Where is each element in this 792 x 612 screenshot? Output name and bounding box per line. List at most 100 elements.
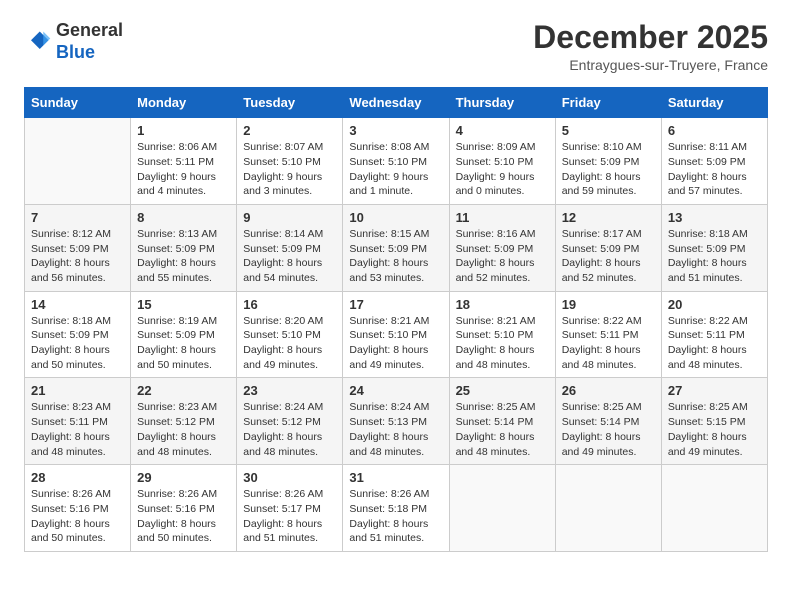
day-cell xyxy=(555,465,661,552)
day-info: Sunrise: 8:26 AMSunset: 5:16 PMDaylight:… xyxy=(31,487,124,546)
day-info: Sunrise: 8:22 AMSunset: 5:11 PMDaylight:… xyxy=(562,314,655,373)
day-number: 11 xyxy=(456,210,549,225)
day-cell: 30Sunrise: 8:26 AMSunset: 5:17 PMDayligh… xyxy=(237,465,343,552)
day-cell: 24 Sunrise: 8:24 AMSunset: 5:13 PMDayligh… xyxy=(343,378,449,465)
day-number: 27 xyxy=(668,383,761,398)
day-number: 10 xyxy=(349,210,442,225)
day-info: Sunrise: 8:07 AMSunset: 5:10 PMDaylight:… xyxy=(243,140,336,199)
week-row-3: 14 Sunrise: 8:18 AMSunset: 5:09 PMDayligh… xyxy=(25,291,768,378)
week-row-1: 1 Sunrise: 8:06 AMSunset: 5:11 PMDaylight… xyxy=(25,118,768,205)
day-info: Sunrise: 8:25 AMSunset: 5:14 PMDaylight:… xyxy=(562,400,655,459)
week-row-4: 21 Sunrise: 8:23 AMSunset: 5:11 PMDayligh… xyxy=(25,378,768,465)
logo-icon xyxy=(24,28,52,56)
day-info: Sunrise: 8:19 AMSunset: 5:09 PMDaylight:… xyxy=(137,314,230,373)
col-header-wednesday: Wednesday xyxy=(343,88,449,118)
day-cell: 16Sunrise: 8:20 AMSunset: 5:10 PMDayligh… xyxy=(237,291,343,378)
day-cell: 3Sunrise: 8:08 AMSunset: 5:10 PMDaylight… xyxy=(343,118,449,205)
day-info: Sunrise: 8:06 AMSunset: 5:11 PMDaylight:… xyxy=(137,140,230,199)
day-number: 29 xyxy=(137,470,230,485)
day-cell: 1 Sunrise: 8:06 AMSunset: 5:11 PMDaylight… xyxy=(131,118,237,205)
day-info: Sunrise: 8:24 AMSunset: 5:13 PMDaylight:… xyxy=(349,400,442,459)
day-info: Sunrise: 8:23 AMSunset: 5:11 PMDaylight:… xyxy=(31,400,124,459)
day-cell: 27 Sunrise: 8:25 AMSunset: 5:15 PMDayligh… xyxy=(661,378,767,465)
day-cell: 31Sunrise: 8:26 AMSunset: 5:18 PMDayligh… xyxy=(343,465,449,552)
col-header-friday: Friday xyxy=(555,88,661,118)
header-row: SundayMondayTuesdayWednesdayThursdayFrid… xyxy=(25,88,768,118)
day-number: 14 xyxy=(31,297,124,312)
day-cell: 8 Sunrise: 8:13 AMSunset: 5:09 PMDaylight… xyxy=(131,204,237,291)
day-number: 19 xyxy=(562,297,655,312)
day-number: 26 xyxy=(562,383,655,398)
day-number: 4 xyxy=(456,123,549,138)
week-row-2: 7 Sunrise: 8:12 AMSunset: 5:09 PMDaylight… xyxy=(25,204,768,291)
day-info: Sunrise: 8:23 AMSunset: 5:12 PMDaylight:… xyxy=(137,400,230,459)
day-number: 9 xyxy=(243,210,336,225)
day-info: Sunrise: 8:21 AMSunset: 5:10 PMDaylight:… xyxy=(456,314,549,373)
day-cell: 17 Sunrise: 8:21 AMSunset: 5:10 PMDayligh… xyxy=(343,291,449,378)
day-number: 18 xyxy=(456,297,549,312)
day-info: Sunrise: 8:26 AMSunset: 5:18 PMDaylight:… xyxy=(349,487,442,546)
title-block: December 2025 Entraygues-sur-Truyere, Fr… xyxy=(533,20,768,73)
header: General Blue December 2025 Entraygues-su… xyxy=(24,20,768,73)
day-info: Sunrise: 8:26 AMSunset: 5:16 PMDaylight:… xyxy=(137,487,230,546)
day-cell xyxy=(661,465,767,552)
day-number: 12 xyxy=(562,210,655,225)
day-cell: 29 Sunrise: 8:26 AMSunset: 5:16 PMDayligh… xyxy=(131,465,237,552)
day-number: 8 xyxy=(137,210,230,225)
logo-text: General Blue xyxy=(56,20,123,63)
day-cell: 13Sunrise: 8:18 AMSunset: 5:09 PMDayligh… xyxy=(661,204,767,291)
day-cell: 9 Sunrise: 8:14 AMSunset: 5:09 PMDaylight… xyxy=(237,204,343,291)
day-info: Sunrise: 8:24 AMSunset: 5:12 PMDaylight:… xyxy=(243,400,336,459)
day-number: 25 xyxy=(456,383,549,398)
day-number: 23 xyxy=(243,383,336,398)
col-header-monday: Monday xyxy=(131,88,237,118)
logo: General Blue xyxy=(24,20,123,63)
location: Entraygues-sur-Truyere, France xyxy=(533,57,768,73)
day-number: 30 xyxy=(243,470,336,485)
day-info: Sunrise: 8:10 AMSunset: 5:09 PMDaylight:… xyxy=(562,140,655,199)
day-info: Sunrise: 8:15 AMSunset: 5:09 PMDaylight:… xyxy=(349,227,442,286)
day-cell: 23 Sunrise: 8:24 AMSunset: 5:12 PMDayligh… xyxy=(237,378,343,465)
day-number: 22 xyxy=(137,383,230,398)
day-info: Sunrise: 8:17 AMSunset: 5:09 PMDaylight:… xyxy=(562,227,655,286)
day-info: Sunrise: 8:21 AMSunset: 5:10 PMDaylight:… xyxy=(349,314,442,373)
day-cell: 2Sunrise: 8:07 AMSunset: 5:10 PMDaylight… xyxy=(237,118,343,205)
day-cell: 14 Sunrise: 8:18 AMSunset: 5:09 PMDayligh… xyxy=(25,291,131,378)
day-number: 21 xyxy=(31,383,124,398)
day-info: Sunrise: 8:09 AMSunset: 5:10 PMDaylight:… xyxy=(456,140,549,199)
day-info: Sunrise: 8:11 AMSunset: 5:09 PMDaylight:… xyxy=(668,140,761,199)
calendar-table: SundayMondayTuesdayWednesdayThursdayFrid… xyxy=(24,87,768,552)
day-info: Sunrise: 8:22 AMSunset: 5:11 PMDaylight:… xyxy=(668,314,761,373)
day-info: Sunrise: 8:08 AMSunset: 5:10 PMDaylight:… xyxy=(349,140,442,199)
day-cell: 26 Sunrise: 8:25 AMSunset: 5:14 PMDayligh… xyxy=(555,378,661,465)
day-number: 6 xyxy=(668,123,761,138)
day-info: Sunrise: 8:12 AMSunset: 5:09 PMDaylight:… xyxy=(31,227,124,286)
day-number: 1 xyxy=(137,123,230,138)
day-info: Sunrise: 8:25 AMSunset: 5:14 PMDaylight:… xyxy=(456,400,549,459)
day-info: Sunrise: 8:16 AMSunset: 5:09 PMDaylight:… xyxy=(456,227,549,286)
col-header-thursday: Thursday xyxy=(449,88,555,118)
day-cell: 25 Sunrise: 8:25 AMSunset: 5:14 PMDayligh… xyxy=(449,378,555,465)
day-cell: 19 Sunrise: 8:22 AMSunset: 5:11 PMDayligh… xyxy=(555,291,661,378)
day-cell: 12 Sunrise: 8:17 AMSunset: 5:09 PMDayligh… xyxy=(555,204,661,291)
day-cell: 5 Sunrise: 8:10 AMSunset: 5:09 PMDaylight… xyxy=(555,118,661,205)
day-cell: 6 Sunrise: 8:11 AMSunset: 5:09 PMDaylight… xyxy=(661,118,767,205)
day-info: Sunrise: 8:13 AMSunset: 5:09 PMDaylight:… xyxy=(137,227,230,286)
logo-general: General xyxy=(56,20,123,40)
day-number: 16 xyxy=(243,297,336,312)
day-number: 5 xyxy=(562,123,655,138)
col-header-saturday: Saturday xyxy=(661,88,767,118)
day-cell: 28Sunrise: 8:26 AMSunset: 5:16 PMDayligh… xyxy=(25,465,131,552)
day-info: Sunrise: 8:14 AMSunset: 5:09 PMDaylight:… xyxy=(243,227,336,286)
day-cell: 10 Sunrise: 8:15 AMSunset: 5:09 PMDayligh… xyxy=(343,204,449,291)
day-number: 17 xyxy=(349,297,442,312)
col-header-tuesday: Tuesday xyxy=(237,88,343,118)
day-cell: 18 Sunrise: 8:21 AMSunset: 5:10 PMDayligh… xyxy=(449,291,555,378)
day-number: 24 xyxy=(349,383,442,398)
day-cell xyxy=(449,465,555,552)
month-title: December 2025 xyxy=(533,20,768,55)
day-number: 7 xyxy=(31,210,124,225)
day-info: Sunrise: 8:25 AMSunset: 5:15 PMDaylight:… xyxy=(668,400,761,459)
day-info: Sunrise: 8:18 AMSunset: 5:09 PMDaylight:… xyxy=(31,314,124,373)
day-cell: 4 Sunrise: 8:09 AMSunset: 5:10 PMDaylight… xyxy=(449,118,555,205)
